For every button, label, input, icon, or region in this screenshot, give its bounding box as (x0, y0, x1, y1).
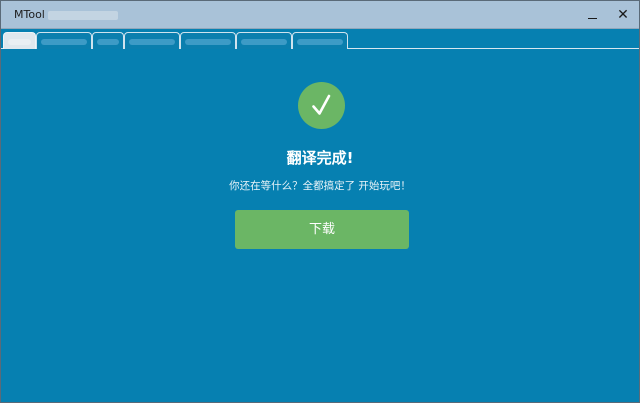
completion-headline: 翻译完成! (286, 149, 354, 167)
tab-2[interactable] (36, 32, 92, 49)
minimize-icon (588, 18, 597, 19)
tab-strip (1, 29, 639, 49)
check-icon (298, 82, 345, 129)
tab-label-redacted (241, 39, 287, 45)
tab-label-redacted (297, 39, 343, 45)
tab-label-redacted (41, 39, 87, 45)
tab-label-redacted (185, 39, 231, 45)
main-content: 翻译完成! 你还在等什么？全都搞定了 开始玩吧！ 下载 (1, 49, 639, 402)
title-bar[interactable]: MTool ✕ (1, 1, 639, 29)
tab-1[interactable] (3, 32, 36, 49)
tab-4[interactable] (124, 32, 180, 49)
close-button[interactable]: ✕ (613, 5, 633, 25)
tab-5[interactable] (180, 32, 236, 49)
close-icon: ✕ (617, 7, 629, 23)
tab-label-redacted (129, 39, 175, 45)
minimize-button[interactable] (583, 5, 603, 25)
window-title: MTool (14, 8, 45, 21)
tab-label-redacted (97, 39, 119, 45)
tab-label-redacted (8, 39, 31, 45)
tab-3[interactable] (92, 32, 124, 49)
app-window: MTool ✕ 翻译完成! 你还在等什么？全都搞定了 开始玩吧！ 下载 (0, 0, 640, 403)
tab-6[interactable] (236, 32, 292, 49)
download-button[interactable]: 下载 (235, 210, 409, 249)
tab-7[interactable] (292, 32, 348, 49)
completion-message: 你还在等什么？全都搞定了 开始玩吧！ (229, 180, 411, 192)
window-title-redacted (48, 11, 118, 20)
